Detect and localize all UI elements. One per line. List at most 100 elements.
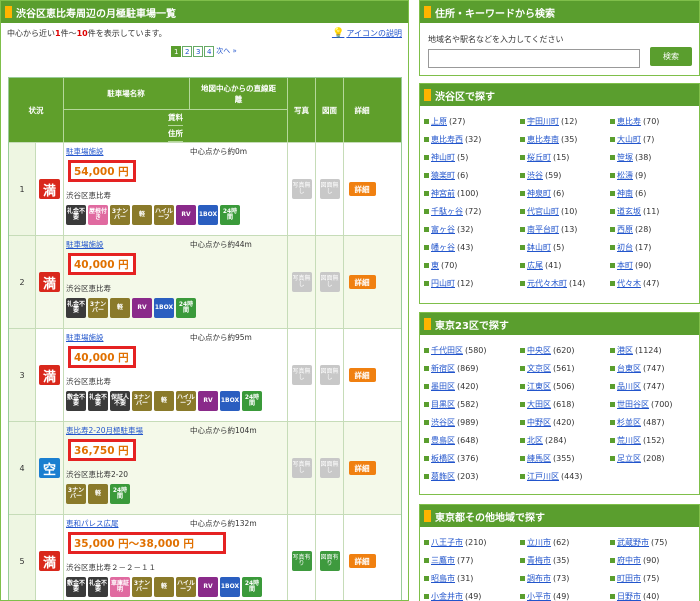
area-link[interactable]: 府中市 [617,555,641,566]
area-link[interactable]: 上原 [431,116,447,127]
area-link[interactable]: 立川市 [527,537,551,548]
area-item[interactable]: 府中市 (90) [610,551,699,569]
area-link[interactable]: 恵比寿南 [527,134,559,145]
detail-button[interactable]: 詳細 [348,368,376,382]
floor-plan-button[interactable]: 図面無し [319,179,340,199]
area-item[interactable]: 東 (70) [424,256,520,274]
area-item[interactable]: 幡ヶ谷 (43) [424,238,520,256]
area-link[interactable]: 墨田区 [431,381,455,392]
area-item[interactable]: 代々木 (47) [610,274,699,292]
area-link[interactable]: 文京区 [527,363,551,374]
area-link[interactable]: 荒川区 [617,435,641,446]
area-item[interactable]: 葛飾区 (203) [424,467,520,485]
photo-button[interactable]: 写真無し [291,458,312,478]
area-link[interactable]: 目黒区 [431,399,455,410]
area-item[interactable]: 港区 (1124) [610,341,699,359]
parking-name-link[interactable]: 恵比寿2-20月極駐車場 [66,425,143,436]
floor-plan-button[interactable]: 図面無し [319,365,340,385]
area-link[interactable]: 千駄ヶ谷 [431,206,463,217]
area-link[interactable]: 富ヶ谷 [431,224,455,235]
area-link[interactable]: 初台 [617,242,633,253]
area-item[interactable]: 台東区 (747) [610,359,699,377]
area-link[interactable]: 三鷹市 [431,555,455,566]
area-link[interactable]: 神南 [617,188,633,199]
area-item[interactable]: 恵比寿西 (32) [424,130,520,148]
next-page-link[interactable]: 次へ » [215,46,238,57]
area-item[interactable]: 大田区 (618) [520,395,610,413]
area-item[interactable]: 広尾 (41) [520,256,610,274]
area-link[interactable]: 代々木 [617,278,641,289]
area-item[interactable]: 目黒区 (582) [424,395,520,413]
area-link[interactable]: 中野区 [527,417,551,428]
area-item[interactable]: 初台 (17) [610,238,699,256]
area-item[interactable]: 立川市 (62) [520,533,610,551]
area-item[interactable]: 笹塚 (38) [610,148,699,166]
area-item[interactable]: 南平台町 (13) [520,220,610,238]
area-item[interactable]: 世田谷区 (700) [610,395,699,413]
detail-button[interactable]: 詳細 [348,461,376,475]
area-item[interactable]: 新宿区 (869) [424,359,520,377]
area-item[interactable]: 小金井市 (49) [424,587,520,601]
area-item[interactable]: 板橋区 (376) [424,449,520,467]
area-item[interactable]: 千代田区 (580) [424,341,520,359]
search-input[interactable] [428,49,640,68]
area-link[interactable]: 松濤 [617,170,633,181]
area-link[interactable]: 元代々木町 [527,278,567,289]
area-link[interactable]: 青梅市 [527,555,551,566]
area-link[interactable]: 千代田区 [431,345,463,356]
page-4[interactable]: 4 [204,45,215,57]
area-link[interactable]: 道玄坂 [617,206,641,217]
area-link[interactable]: 台東区 [617,363,641,374]
search-button[interactable]: 検索 [650,47,692,66]
area-link[interactable]: 調布市 [527,573,551,584]
area-item[interactable]: 中野区 (420) [520,413,610,431]
area-item[interactable]: 青梅市 (35) [520,551,610,569]
area-link[interactable]: 江戸川区 [527,471,559,482]
area-link[interactable]: 神泉町 [527,188,551,199]
area-item[interactable]: 北区 (284) [520,431,610,449]
detail-button[interactable]: 詳細 [348,275,376,289]
area-link[interactable]: 代官山町 [527,206,559,217]
area-item[interactable]: 渋谷区 (989) [424,413,520,431]
floor-plan-button[interactable]: 図面無し [319,272,340,292]
area-link[interactable]: 恵比寿西 [431,134,463,145]
area-link[interactable]: 小平市 [527,591,551,601]
area-item[interactable]: 豊島区 (648) [424,431,520,449]
area-item[interactable]: 昭島市 (31) [424,569,520,587]
area-item[interactable]: 宇田川町 (12) [520,112,610,130]
area-link[interactable]: 猿楽町 [431,170,455,181]
area-link[interactable]: 日野市 [617,591,641,601]
area-item[interactable]: 杉並区 (487) [610,413,699,431]
area-item[interactable]: 円山町 (12) [424,274,520,292]
area-link[interactable]: 小金井市 [431,591,463,601]
area-item[interactable]: 小平市 (49) [520,587,610,601]
area-link[interactable]: 葛飾区 [431,471,455,482]
area-link[interactable]: 恵比寿 [617,116,641,127]
area-link[interactable]: 町田市 [617,573,641,584]
area-link[interactable]: 豊島区 [431,435,455,446]
area-link[interactable]: 鉢山町 [527,242,551,253]
area-item[interactable]: 調布市 (73) [520,569,610,587]
area-item[interactable]: 八王子市 (210) [424,533,520,551]
area-link[interactable]: 広尾 [527,260,543,271]
area-link[interactable]: 品川区 [617,381,641,392]
area-link[interactable]: 新宿区 [431,363,455,374]
area-item[interactable]: 神宮前 (100) [424,184,520,202]
area-item[interactable]: 日野市 (40) [610,587,699,601]
page-2[interactable]: 2 [182,45,193,57]
area-item[interactable]: 元代々木町 (14) [520,274,610,292]
floor-plan-button[interactable]: 図面無し [319,458,340,478]
area-link[interactable]: 宇田川町 [527,116,559,127]
area-item[interactable]: 神泉町 (6) [520,184,610,202]
area-item[interactable]: 町田市 (75) [610,569,699,587]
area-link[interactable]: 円山町 [431,278,455,289]
area-item[interactable]: 鉢山町 (5) [520,238,610,256]
area-link[interactable]: 東 [431,260,439,271]
area-link[interactable]: 板橋区 [431,453,455,464]
page-3[interactable]: 3 [193,45,204,57]
area-link[interactable]: 昭島市 [431,573,455,584]
area-item[interactable]: 足立区 (208) [610,449,699,467]
area-link[interactable]: 練馬区 [527,453,551,464]
area-link[interactable]: 西原 [617,224,633,235]
area-link[interactable]: 渋谷 [527,170,543,181]
